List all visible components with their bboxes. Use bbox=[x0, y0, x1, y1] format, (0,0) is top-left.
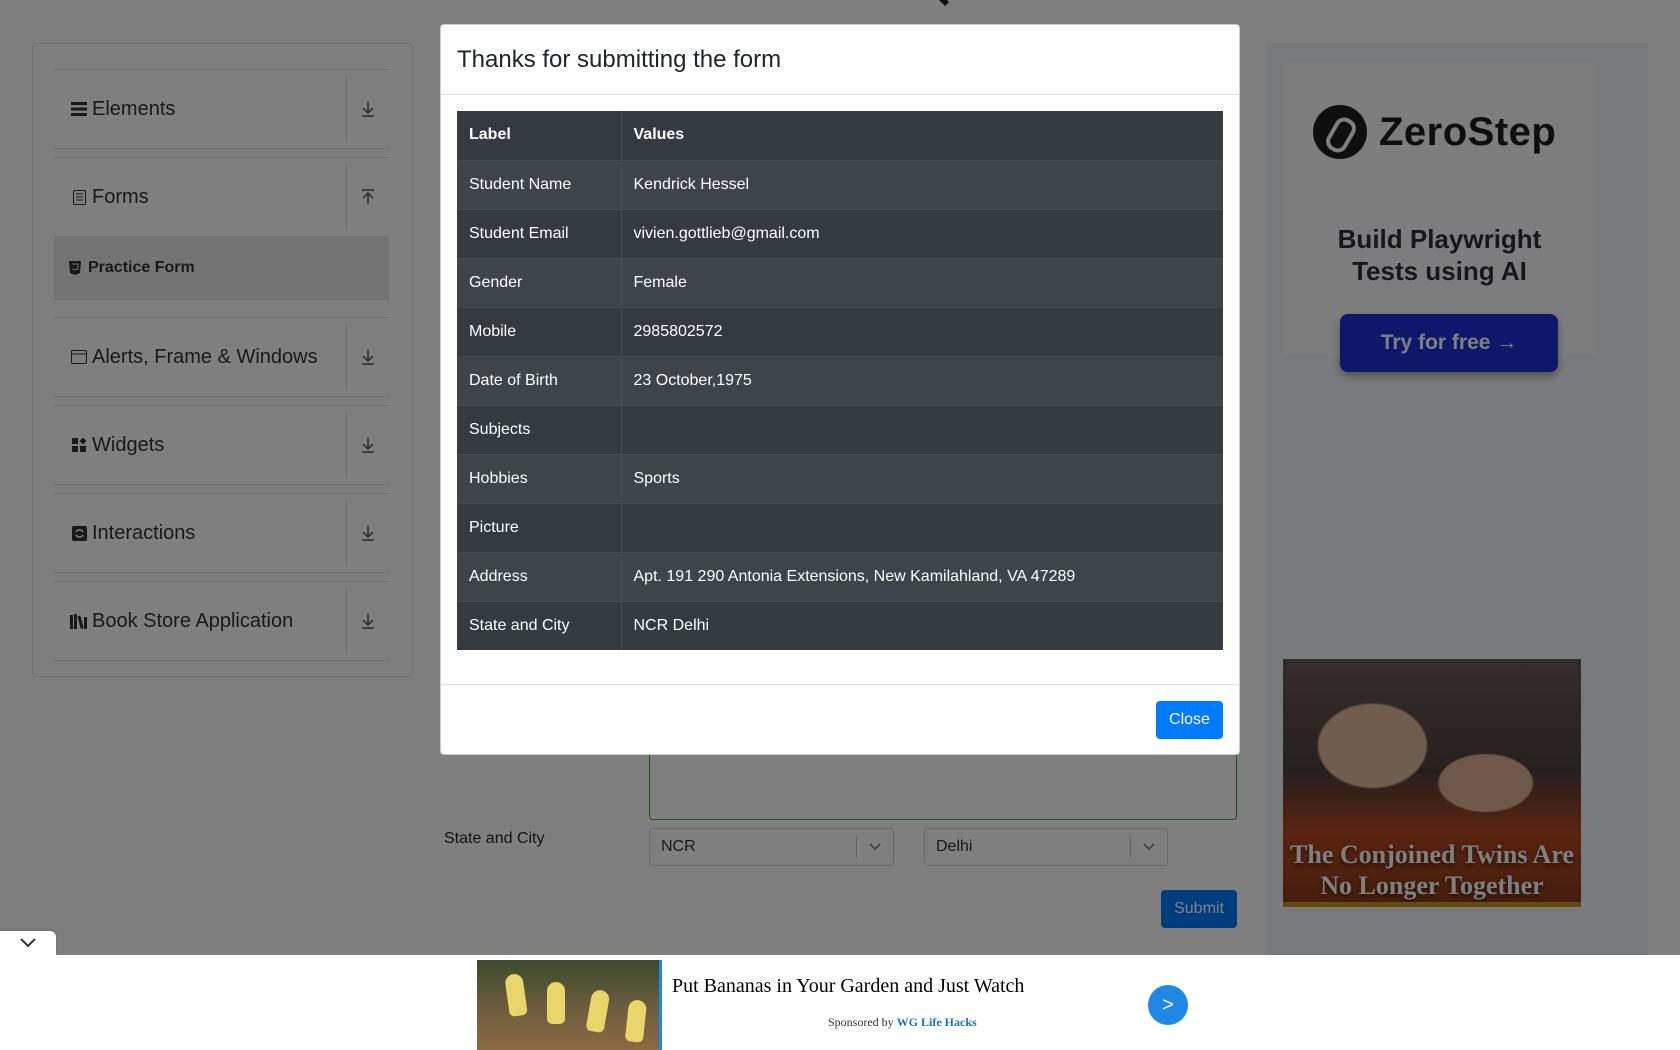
table-row: State and City NCR Delhi bbox=[457, 600, 1223, 650]
row-value: Kendrick Hessel bbox=[621, 159, 1223, 209]
collapse-ad-tab[interactable] bbox=[0, 931, 56, 955]
table-row: Gender Female bbox=[457, 257, 1223, 307]
row-value: Apt. 191 290 Antonia Extensions, New Kam… bbox=[621, 551, 1223, 601]
row-label: Student Name bbox=[457, 159, 622, 209]
modal-title: Thanks for submitting the form bbox=[457, 45, 782, 73]
row-value: vivien.gottlieb@gmail.com bbox=[621, 208, 1223, 258]
sponsored-prefix: Sponsored by bbox=[828, 1015, 894, 1029]
banana-shape bbox=[585, 988, 611, 1034]
bottom-ad-title[interactable]: Put Bananas in Your Garden and Just Watc… bbox=[672, 975, 1024, 998]
column-header-values: Values bbox=[633, 126, 685, 144]
row-value: 2985802572 bbox=[621, 306, 1223, 356]
chevron-down-icon[interactable] bbox=[20, 938, 36, 948]
modal-header: Thanks for submitting the form bbox=[441, 25, 1239, 95]
row-value: Sports bbox=[621, 453, 1223, 503]
row-value: NCR Delhi bbox=[621, 600, 1223, 650]
banana-ad-image[interactable] bbox=[477, 960, 662, 1050]
table-row: Subjects bbox=[457, 404, 1223, 454]
row-value: Female bbox=[621, 257, 1223, 307]
table-row: Mobile 2985802572 bbox=[457, 306, 1223, 356]
row-label: Gender bbox=[457, 257, 622, 307]
banana-shape bbox=[624, 999, 648, 1043]
row-label: Student Email bbox=[457, 208, 622, 258]
bottom-ad-sponsor: Sponsored by WG Life Hacks bbox=[828, 1015, 977, 1030]
table-row: Date of Birth 23 October,1975 bbox=[457, 355, 1223, 405]
sponsor-link[interactable]: WG Life Hacks bbox=[897, 1015, 977, 1029]
close-button[interactable]: Close bbox=[1156, 701, 1223, 739]
row-label: Picture bbox=[457, 502, 622, 552]
table-row: Hobbies Sports bbox=[457, 453, 1223, 503]
submission-table: Label Values Student Name Kendrick Hessel… bbox=[457, 111, 1223, 650]
row-label: Subjects bbox=[457, 404, 622, 454]
bottom-ad-next-button[interactable]: > bbox=[1148, 985, 1188, 1025]
table-row: Student Name Kendrick Hessel bbox=[457, 159, 1223, 209]
row-value bbox=[621, 502, 1223, 552]
table-row: Picture bbox=[457, 502, 1223, 552]
column-header-label: Label bbox=[457, 111, 622, 160]
table-header-row: Label Values bbox=[457, 111, 1223, 160]
banana-shape bbox=[504, 972, 528, 1018]
row-label: Mobile bbox=[457, 306, 622, 356]
row-label: Date of Birth bbox=[457, 355, 622, 405]
table-row: Student Email vivien.gottlieb@gmail.com bbox=[457, 208, 1223, 258]
row-value: 23 October,1975 bbox=[621, 355, 1223, 405]
bottom-ad-bar[interactable]: Put Bananas in Your Garden and Just Watc… bbox=[0, 955, 1680, 1050]
row-label: State and City bbox=[457, 600, 622, 650]
banana-shape bbox=[547, 982, 565, 1024]
table-row: Address Apt. 191 290 Antonia Extensions, … bbox=[457, 551, 1223, 601]
row-value bbox=[621, 404, 1223, 454]
submission-modal: Thanks for submitting the form Label Val… bbox=[440, 24, 1240, 755]
row-label: Address bbox=[457, 551, 622, 601]
modal-footer: Close bbox=[441, 684, 1239, 755]
row-label: Hobbies bbox=[457, 453, 622, 503]
